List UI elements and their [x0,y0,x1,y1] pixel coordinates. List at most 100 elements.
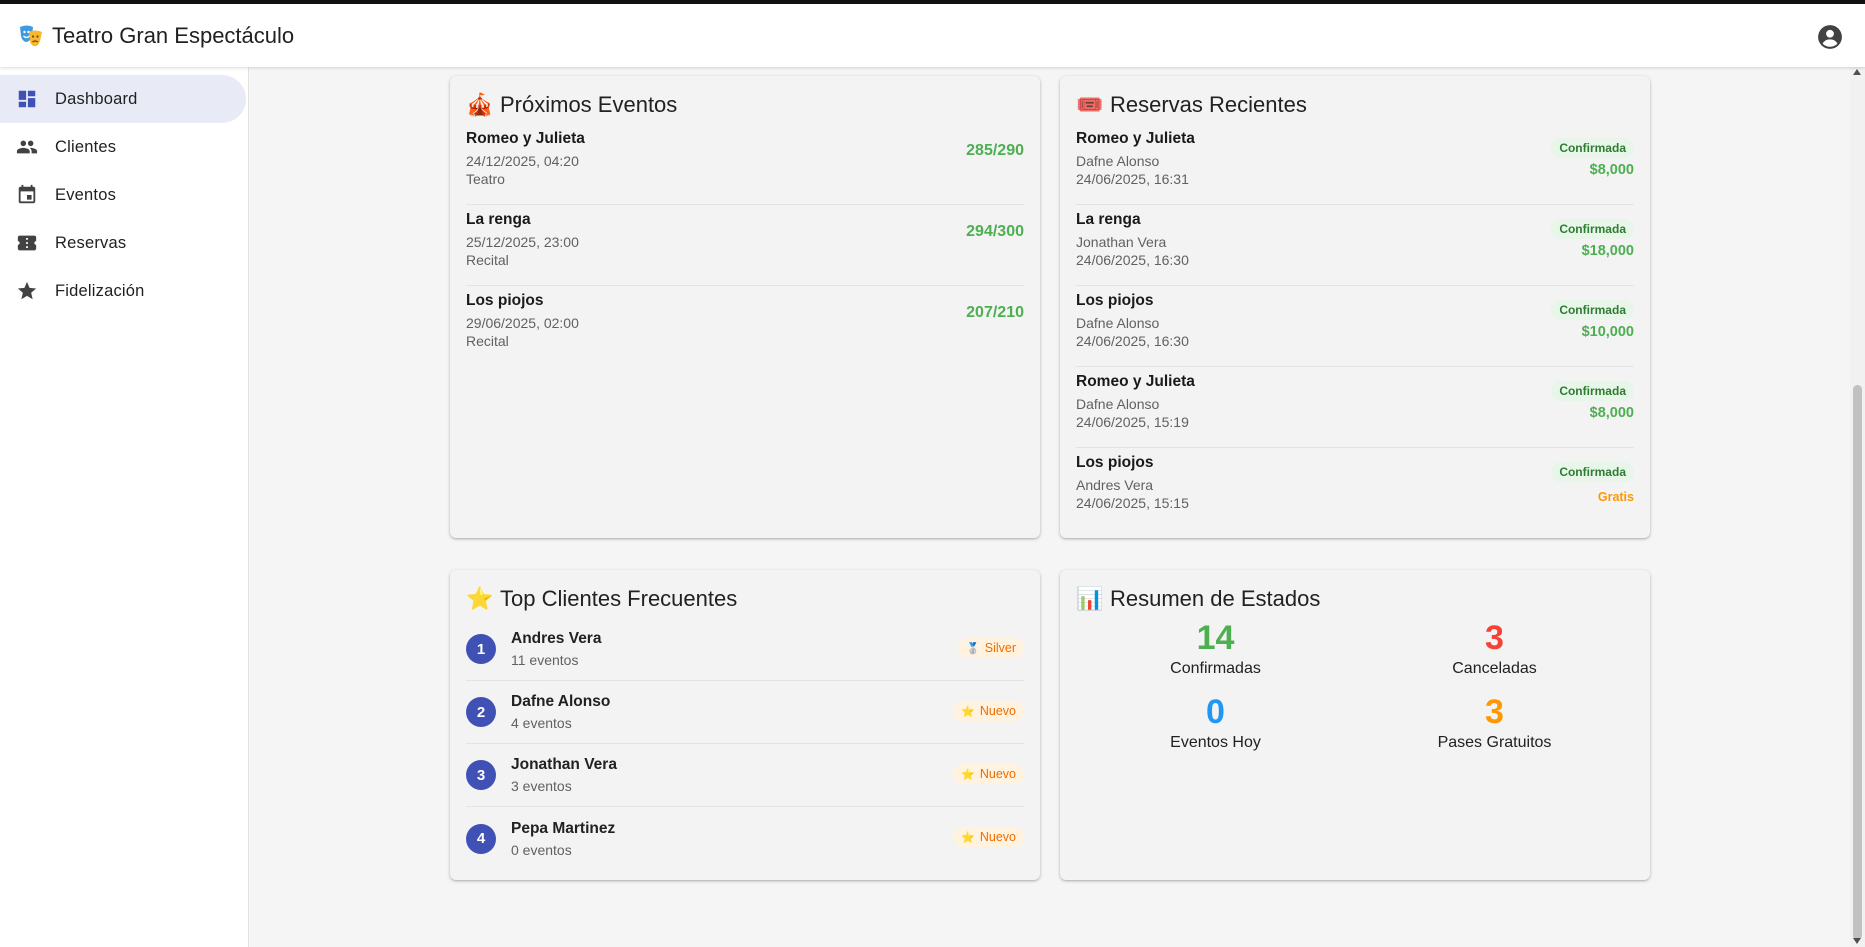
event-list: Romeo y Julieta 24/12/2025, 04:20 Teatro… [466,124,1024,367]
stats-grid: 14 Confirmadas 3 Canceladas 0 Eventos Ho… [1076,618,1634,752]
list-item[interactable]: Romeo y Julieta Dafne Alonso 24/06/2025,… [1076,124,1634,205]
account-circle-icon[interactable] [1817,24,1843,50]
reservation-client: Andres Vera [1076,477,1154,493]
list-item[interactable]: Los piojos Dafne Alonso 24/06/2025, 16:3… [1076,286,1634,367]
stat-confirmadas: 14 Confirmadas [1076,618,1355,678]
reservation-event: Los piojos [1076,454,1154,471]
star-icon [17,281,37,300]
list-item[interactable]: La renga 25/12/2025, 23:00 Recital 294/3… [466,205,1024,286]
client-name: Andres Vera [511,630,602,647]
event-date: 29/06/2025, 02:00 [466,315,579,331]
stat-label: Canceladas [1452,660,1537,677]
tier-badge: ⭐ Nuevo [953,764,1024,784]
client-list: 1 Andres Vera 11 eventos 🥈 Silver 2 Dafne… [466,618,1024,870]
tier-label: Silver [984,641,1016,655]
stat-eventos-hoy: 0 Eventos Hoy [1076,692,1355,752]
star-icon: ⭐ [961,705,975,718]
list-item[interactable]: Romeo y Julieta Dafne Alonso 24/06/2025,… [1076,367,1634,448]
status-badge: Confirmada [1551,300,1634,320]
reservation-date: 24/06/2025, 15:19 [1076,414,1189,430]
people-icon [16,140,38,154]
reservation-event: Romeo y Julieta [1076,373,1195,390]
sidebar-item-eventos[interactable]: Eventos [0,171,246,219]
list-item[interactable]: 3 Jonathan Vera 3 eventos ⭐ Nuevo [466,744,1024,807]
card-title: Top Clientes Frecuentes [500,586,738,611]
vertical-scrollbar[interactable] [1850,67,1865,947]
circus-tent-icon: 🎪 [466,92,494,117]
event-capacity: 285/290 [966,142,1024,159]
main-content: 🎪 Próximos Eventos Romeo y Julieta 24/12… [250,67,1850,947]
app-title: Teatro Gran Espectáculo [52,22,295,48]
list-item[interactable]: 1 Andres Vera 11 eventos 🥈 Silver [466,618,1024,681]
reservation-date: 24/06/2025, 16:30 [1076,333,1189,349]
tier-badge: ⭐ Nuevo [953,701,1024,721]
sidebar-item-label: Dashboard [55,89,138,108]
sidebar-item-clientes[interactable]: Clientes [0,123,246,171]
client-event-count: 11 eventos [511,652,579,668]
event-name: La renga [466,211,531,228]
rank-avatar: 2 [466,697,496,727]
stat-value: 14 [1196,619,1235,657]
stat-value: 3 [1485,693,1504,731]
reservation-event: Romeo y Julieta [1076,130,1195,147]
reservation-amount: $8,000 [1589,405,1634,421]
tier-label: Nuevo [979,830,1016,844]
event-type: Recital [466,333,509,349]
stat-canceladas: 3 Canceladas [1355,618,1634,678]
event-type: Teatro [466,171,505,187]
ticket-icon [17,235,37,251]
reservation-date: 24/06/2025, 16:30 [1076,252,1189,268]
client-event-count: 4 eventos [511,715,572,731]
client-name: Dafne Alonso [511,693,611,710]
reservation-amount: $8,000 [1589,162,1634,178]
reservation-list: Romeo y Julieta Dafne Alonso 24/06/2025,… [1076,124,1634,529]
event-capacity: 207/210 [966,304,1024,321]
status-badge: Confirmada [1551,219,1634,239]
stat-pases-gratuitos: 3 Pases Gratuitos [1355,692,1634,752]
scroll-thumb[interactable] [1853,385,1862,940]
star-icon: ⭐ [466,586,494,611]
client-event-count: 3 eventos [511,778,572,794]
sidebar-item-dashboard[interactable]: Dashboard [0,75,246,123]
reservation-date: 24/06/2025, 15:15 [1076,495,1189,511]
tier-badge: 🥈 Silver [958,638,1024,658]
star-icon: ⭐ [961,768,975,781]
reservas-recientes-card: 🎟️ Reservas Recientes Romeo y Julieta Da… [1060,76,1650,538]
rank-avatar: 4 [466,823,496,854]
list-item[interactable]: La renga Jonathan Vera 24/06/2025, 16:30… [1076,205,1634,286]
star-icon: ⭐ [961,831,975,844]
client-event-count: 0 eventos [511,841,572,858]
reservation-event: La renga [1076,211,1141,228]
event-date: 24/12/2025, 04:20 [466,153,579,169]
list-item[interactable]: 2 Dafne Alonso 4 eventos ⭐ Nuevo [466,681,1024,744]
list-item[interactable]: 4 Pepa Martinez 0 eventos ⭐ Nuevo [466,807,1024,870]
stat-value: 3 [1485,619,1504,657]
sidebar: Dashboard Clientes Eventos Reservas Fide… [0,67,249,947]
list-item[interactable]: Los piojos Andres Vera 24/06/2025, 15:15… [1076,448,1634,529]
stat-label: Eventos Hoy [1170,734,1261,751]
stat-label: Pases Gratuitos [1437,734,1552,751]
rank-avatar: 3 [466,760,496,790]
sidebar-item-reservas[interactable]: Reservas [0,219,246,267]
client-name: Jonathan Vera [511,756,617,773]
status-badge: Confirmada [1551,381,1634,401]
scroll-up-arrow-icon[interactable] [1853,69,1861,75]
sidebar-item-label: Reservas [55,233,127,252]
scroll-down-arrow-icon[interactable] [1853,938,1861,944]
rank-avatar: 1 [466,634,496,664]
event-capacity: 294/300 [966,223,1024,240]
ticket-icon: 🎟️ [1076,92,1104,117]
dashboard-icon [18,90,36,108]
resumen-estados-card: 📊 Resumen de Estados 14 Confirmadas 3 Ca… [1060,570,1650,880]
list-item[interactable]: Los piojos 29/06/2025, 02:00 Recital 207… [466,286,1024,367]
reservation-client: Dafne Alonso [1076,153,1160,169]
medal-icon: 🥈 [966,642,980,655]
card-title: Reservas Recientes [1110,92,1307,117]
reservation-amount: $10,000 [1581,324,1634,340]
card-title: Resumen de Estados [1110,586,1321,611]
client-name: Pepa Martinez [511,819,616,837]
theater-masks-icon [20,25,42,46]
sidebar-item-fidelizacion[interactable]: Fidelización [0,267,246,315]
app-bar: Teatro Gran Espectáculo [0,0,1865,67]
list-item[interactable]: Romeo y Julieta 24/12/2025, 04:20 Teatro… [466,124,1024,205]
